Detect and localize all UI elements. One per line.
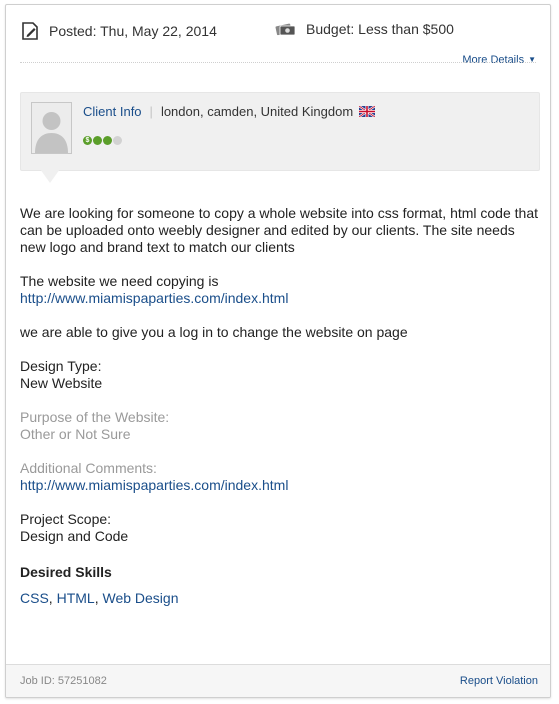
money-icon [275, 21, 297, 37]
report-violation-link[interactable]: Report Violation [460, 675, 538, 687]
client-info-link[interactable]: Client Info [83, 104, 142, 119]
skills-heading: Desired Skills [20, 564, 112, 580]
card-footer: Job ID: 57251082 Report Violation [6, 664, 550, 697]
design-type-value: New Website [20, 375, 103, 391]
posted-date-text: Posted: Thu, May 22, 2014 [49, 23, 217, 39]
payment-verified-icon: $ [83, 136, 92, 145]
more-details-link[interactable]: More Details ▼ [462, 54, 536, 66]
budget-text: Budget: Less than $500 [306, 21, 454, 37]
job-card: Posted: Thu, May 22, 2014 Budget: Less t… [5, 4, 551, 698]
skills-list: CSS, HTML, Web Design [20, 590, 540, 607]
scope-value: Design and Code [20, 528, 129, 544]
copy-url-line: http://www.miamispaparties.com/index.htm… [20, 290, 540, 307]
default-user-icon [32, 103, 71, 153]
budget: Budget: Less than $500 [275, 21, 454, 37]
rating-dot-empty [113, 136, 122, 145]
comments-url-link[interactable]: http://www.miamispaparties.com/index.htm… [20, 477, 288, 493]
divider [20, 62, 536, 63]
design-type-label: Design Type: [20, 358, 102, 374]
client-info-row: Client Info | london, camden, United Kin… [83, 104, 376, 119]
job-description: We are looking for someone to copy a who… [20, 205, 540, 607]
login-note: we are able to give you a log in to chan… [20, 324, 408, 340]
client-rating: $ [83, 136, 122, 145]
rating-dot [93, 136, 102, 145]
client-info-panel: Client Info | london, camden, United Kin… [20, 92, 540, 171]
document-edit-icon [20, 21, 40, 41]
avatar [31, 102, 72, 154]
job-id: Job ID: 57251082 [20, 675, 107, 687]
purpose-label: Purpose of the Website: [20, 409, 170, 425]
purpose-value: Other or Not Sure [20, 426, 131, 442]
scope-label: Project Scope: [20, 511, 112, 527]
uk-flag-icon [359, 106, 376, 117]
comments-url-line: http://www.miamispaparties.com/index.htm… [20, 477, 540, 494]
description-intro: We are looking for someone to copy a who… [20, 205, 538, 255]
skill-link-css[interactable]: CSS [20, 590, 49, 606]
skill-link-web-design[interactable]: Web Design [102, 590, 178, 606]
client-location: london, camden, United Kingdom [160, 104, 354, 119]
comments-label: Additional Comments: [20, 460, 157, 476]
skill-link-html[interactable]: HTML [57, 590, 95, 606]
callout-pointer [40, 169, 60, 183]
skills-separator: , [48, 590, 57, 606]
separator: | [149, 104, 153, 119]
posted-date: Posted: Thu, May 22, 2014 [20, 21, 217, 41]
rating-dot [103, 136, 112, 145]
copy-label: The website we need copying is [20, 273, 219, 289]
more-details-label: More Details [462, 54, 525, 66]
copy-url-link[interactable]: http://www.miamispaparties.com/index.htm… [20, 290, 288, 306]
job-meta-row: Posted: Thu, May 22, 2014 Budget: Less t… [20, 21, 540, 45]
